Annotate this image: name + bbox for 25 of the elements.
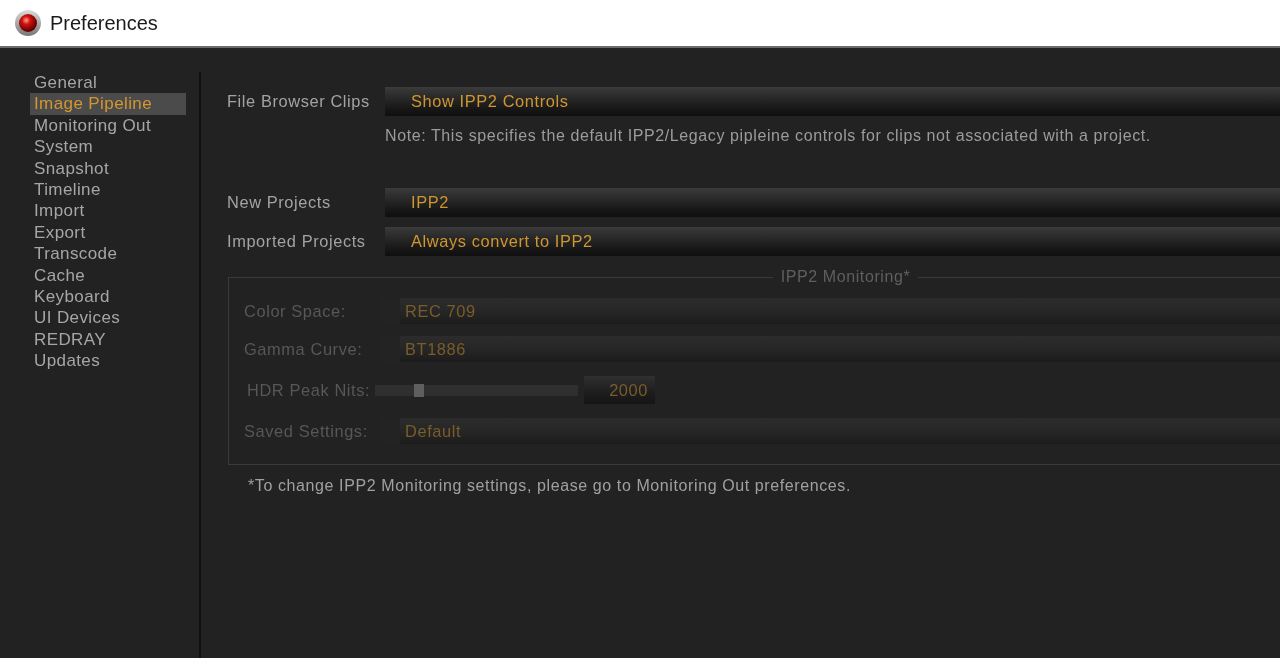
- field-label: New Projects: [227, 193, 332, 212]
- window-title: Preferences: [50, 11, 158, 35]
- sidebar-item[interactable]: UI Devices: [30, 307, 186, 329]
- field-label: File Browser Clips: [227, 92, 371, 111]
- record-icon: [15, 10, 41, 36]
- sidebar-item[interactable]: Image Pipeline: [30, 93, 186, 115]
- sidebar-item[interactable]: Cache: [30, 264, 186, 286]
- group-title: IPP2 Monitoring*: [779, 268, 912, 286]
- sidebar-item[interactable]: System: [30, 136, 186, 158]
- sidebar-item[interactable]: REDRAY: [30, 328, 186, 351]
- sidebar-item[interactable]: Timeline: [30, 178, 186, 201]
- dropdown[interactable]: Show IPP2 Controls: [385, 87, 1280, 116]
- sidebar-item[interactable]: Snapshot: [30, 157, 186, 179]
- sidebar-item[interactable]: Monitoring Out: [30, 114, 186, 137]
- sidebar-item[interactable]: Export: [30, 221, 186, 244]
- note-text: Note: This specifies the default IPP2/Legacy pipleine controls for clips not associated with a project.: [385, 126, 1152, 146]
- sidebar-item[interactable]: Keyboard: [30, 285, 186, 308]
- sidebar-item[interactable]: Updates: [30, 350, 186, 372]
- sidebar-item[interactable]: General: [30, 72, 186, 94]
- footnote-text: *To change IPP2 Monitoring settings, please go to Monitoring Out preferences.: [248, 476, 852, 496]
- sidebar-item[interactable]: Transcode: [30, 243, 186, 265]
- dropdown[interactable]: IPP2: [385, 188, 1280, 217]
- sidebar-item[interactable]: Import: [30, 200, 186, 222]
- field-label: Imported Projects: [227, 232, 367, 251]
- dropdown[interactable]: Always convert to IPP2: [385, 227, 1280, 256]
